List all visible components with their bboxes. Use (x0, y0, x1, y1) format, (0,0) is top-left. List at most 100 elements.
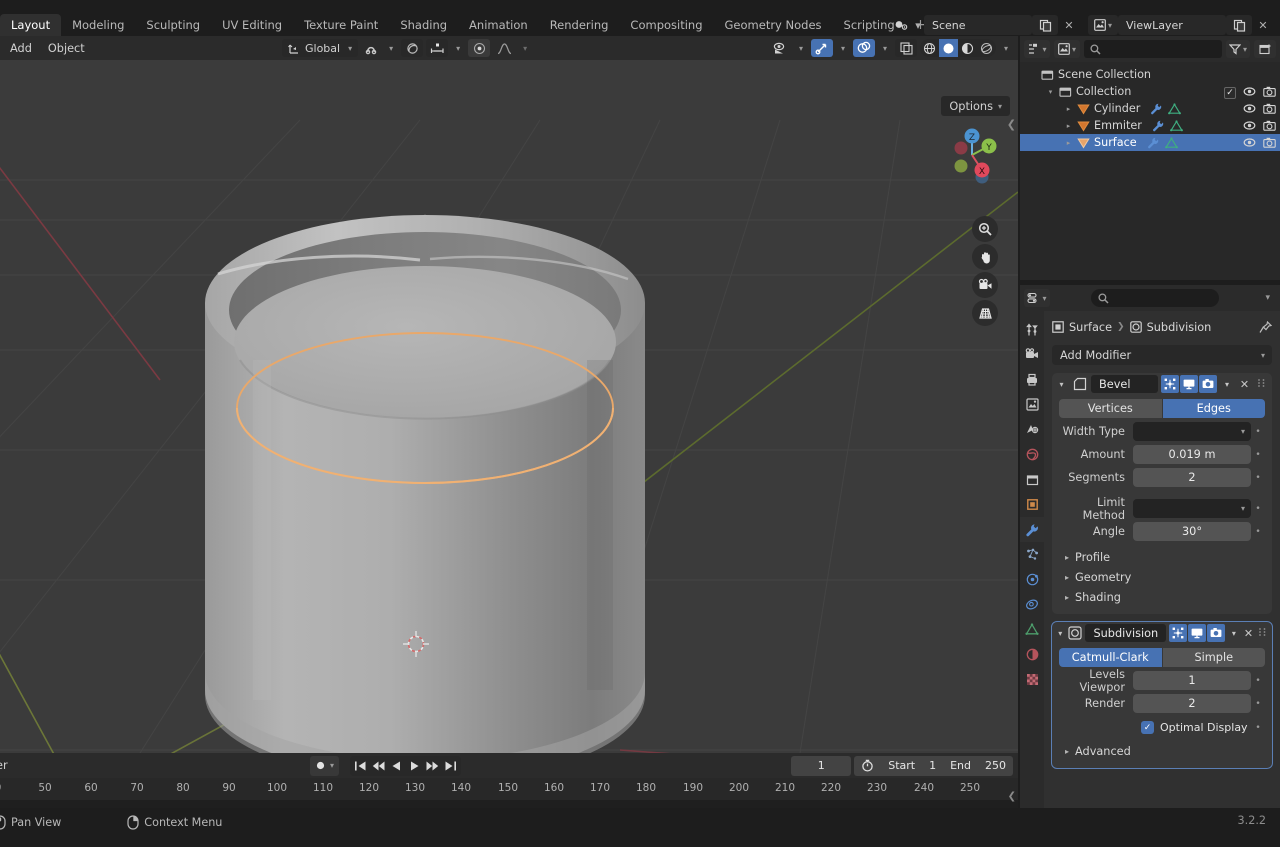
workspace-tab-modeling[interactable]: Modeling (61, 14, 135, 36)
modifier-panel-bevel[interactable]: ▾ Bevel ▾ ✕ Vertices Edges Width Type ▾ … (1052, 373, 1272, 614)
disable-in-renders-camera-icon[interactable] (1263, 120, 1276, 131)
tab-object-icon[interactable] (1020, 492, 1044, 517)
segment-vertices[interactable]: Vertices (1059, 399, 1162, 418)
scene-name-field[interactable]: Scene (924, 15, 1032, 35)
viewport-menu-object[interactable]: Object (40, 39, 93, 57)
subdivision-type-segmented[interactable]: Catmull-Clark Simple (1059, 648, 1265, 667)
tab-data-icon[interactable] (1020, 617, 1044, 642)
proportional-falloff-icon[interactable] (426, 39, 449, 57)
segment-catmull-clark[interactable]: Catmull-Clark (1059, 648, 1162, 667)
outliner-filter-icon[interactable]: ▾ (1226, 40, 1250, 58)
hide-in-viewport-eye-icon[interactable] (1243, 120, 1256, 131)
bevel-name-field[interactable]: Bevel (1091, 375, 1158, 393)
bevel-drag-handle-icon[interactable] (1255, 375, 1268, 393)
proportional-toggle-icon[interactable] (468, 39, 491, 57)
disable-in-renders-camera-icon[interactable] (1263, 137, 1276, 148)
workspace-tab-compositing[interactable]: Compositing (619, 14, 713, 36)
subdivision-delete-icon[interactable]: ✕ (1242, 624, 1254, 642)
animate-property-dot-icon[interactable]: • (1251, 676, 1265, 686)
properties-body[interactable]: Surface ❯ Subdivision Add Modifier ▾ ▾ B… (1044, 311, 1280, 808)
shading-solid-icon[interactable] (939, 39, 958, 57)
keying-set-button[interactable]: ▾ (310, 755, 340, 776)
viewlayer-name-field[interactable]: ViewLayer (1118, 15, 1226, 35)
modifier-panel-subdivision[interactable]: ▾ Subdivision ▾ ✕ Catmull-Clark Simple L… (1051, 621, 1273, 769)
tab-modifier-wrench-icon[interactable] (1020, 517, 1044, 542)
sidebar-expand-arrow-icon[interactable]: ❮ (1007, 118, 1016, 131)
optimal-display-row[interactable]: ✓ Optimal Display • (1059, 718, 1265, 737)
gizmo-toggle-icon[interactable] (811, 39, 833, 57)
properties-editor[interactable]: ▾ ▾ Surface ❯ Subdivision Add Modifier ▾… (1020, 285, 1280, 808)
field-value[interactable]: 30° (1133, 522, 1251, 541)
falloff-chevron-icon[interactable]: ▾ (451, 39, 465, 57)
bevel-subpanels[interactable]: ▸ Profile ▸ Geometry ▸ Shading (1059, 547, 1265, 607)
timeline-sidebar-arrow-icon[interactable]: ❮ (1008, 791, 1016, 802)
mesh-data-icon[interactable] (1169, 119, 1183, 132)
subdivision-subpanels[interactable]: ▸ Advanced (1059, 741, 1265, 761)
workspace-tab-shading[interactable]: Shading (389, 14, 458, 36)
subdivision-name-field[interactable]: Subdivision (1085, 624, 1167, 642)
optimal-display-animate-dot-icon[interactable]: • (1251, 723, 1265, 733)
timeline-editor[interactable]: er ▾ (0, 753, 1018, 808)
gizmo-chevron-icon[interactable]: ▾ (836, 39, 850, 57)
animate-property-dot-icon[interactable]: • (1251, 504, 1265, 514)
hide-in-viewport-eye-icon[interactable] (1243, 86, 1256, 97)
viewlayer-icon[interactable]: ▾ (1088, 15, 1118, 35)
auto-keying-icon[interactable] (861, 759, 874, 772)
play-button[interactable] (406, 757, 423, 775)
delete-viewlayer-button[interactable]: ✕ (1252, 15, 1274, 35)
subdivision-render-toggle-icon[interactable] (1207, 624, 1226, 642)
field-value[interactable]: ▾ (1133, 499, 1251, 518)
disable-in-renders-camera-icon[interactable] (1263, 103, 1276, 114)
disclosure-triangle-icon[interactable]: ▸ (1062, 105, 1075, 113)
workspace-tabs[interactable]: Layout Modeling Sculpting UV Editing Texture… (0, 14, 935, 36)
timeline-keyframe-area[interactable] (0, 800, 1018, 808)
delete-scene-button[interactable]: ✕ (1058, 15, 1080, 35)
bevel-collapse-chevron-icon[interactable]: ▾ (1055, 380, 1068, 389)
modifier-header-subdivision[interactable]: ▾ Subdivision ▾ ✕ (1052, 622, 1272, 644)
subdivision-edit-mode-toggle-icon[interactable] (1169, 624, 1188, 642)
modifier-header-bevel[interactable]: ▾ Bevel ▾ ✕ (1052, 373, 1272, 395)
new-collection-icon[interactable] (1254, 40, 1276, 58)
subdivision-collapse-chevron-icon[interactable]: ▾ (1055, 629, 1065, 638)
timeline-ruler[interactable]: 0 50 60 70 80 90 100 110 120 130 140 150 160 170 180 19… (0, 778, 1018, 800)
outliner-row-cylinder[interactable]: ▸ Cylinder (1020, 100, 1280, 117)
subpanel-shading[interactable]: ▸ Shading (1059, 587, 1265, 607)
visibility-chevron-icon[interactable]: ▾ (794, 39, 808, 57)
field-value[interactable]: 1 (1133, 671, 1251, 690)
workspace-tab-geometry-nodes[interactable]: Geometry Nodes (714, 14, 833, 36)
animate-property-dot-icon[interactable]: • (1251, 450, 1265, 460)
jump-to-end-button[interactable] (442, 757, 459, 775)
tab-output-icon[interactable] (1020, 367, 1044, 392)
field-value[interactable]: ▾ (1133, 422, 1251, 441)
xray-toggle-icon[interactable] (895, 39, 917, 57)
scene-chevron-icon[interactable]: ▾ (912, 15, 924, 35)
shading-rendered-icon[interactable] (977, 39, 996, 57)
outliner-editor[interactable]: ▾ ▾ ▾ Scene Collection ▾ Collection ✓ ▸ Cylin… (1020, 36, 1280, 280)
animate-property-dot-icon[interactable]: • (1251, 473, 1265, 483)
workspace-tab-texture-paint[interactable]: Texture Paint (293, 14, 389, 36)
field-value[interactable]: 0.019 m (1133, 445, 1251, 464)
field-value[interactable]: 2 (1133, 468, 1251, 487)
frame-range-fields[interactable]: Start 1 End 250 (854, 755, 1013, 776)
outliner-row-emmiter[interactable]: ▸ Emmiter (1020, 117, 1280, 134)
tab-physics-icon[interactable] (1020, 567, 1044, 592)
animate-property-dot-icon[interactable]: • (1251, 527, 1265, 537)
end-frame-value[interactable]: 250 (985, 759, 1006, 772)
workspace-tab-animation[interactable]: Animation (458, 14, 539, 36)
navigation-gizmo[interactable]: Z Y X (941, 124, 1003, 186)
current-frame-field[interactable]: 1 (791, 755, 852, 776)
modifier-wrench-icon[interactable] (1150, 103, 1162, 115)
falloff-curve-chevron-icon[interactable]: ▾ (518, 39, 532, 57)
disclosure-triangle-icon[interactable]: ▸ (1062, 122, 1075, 130)
subpanel-profile[interactable]: ▸ Profile (1059, 547, 1265, 567)
bevel-realtime-toggle-icon[interactable] (1180, 375, 1198, 393)
start-frame-value[interactable]: 1 (929, 759, 936, 772)
bevel-fields-group-2[interactable]: Limit Method ▾ • Angle 30° • (1059, 496, 1265, 541)
tab-world-icon[interactable] (1020, 442, 1044, 467)
animate-property-dot-icon[interactable]: • (1251, 699, 1265, 709)
outliner-row-surface[interactable]: ▸ Surface (1020, 134, 1280, 151)
properties-search-input[interactable] (1091, 289, 1219, 307)
timeline-editor-type-icon[interactable]: er (0, 759, 8, 772)
bevel-affect-segmented[interactable]: Vertices Edges (1059, 399, 1265, 418)
tab-scene-icon[interactable] (1020, 417, 1044, 442)
